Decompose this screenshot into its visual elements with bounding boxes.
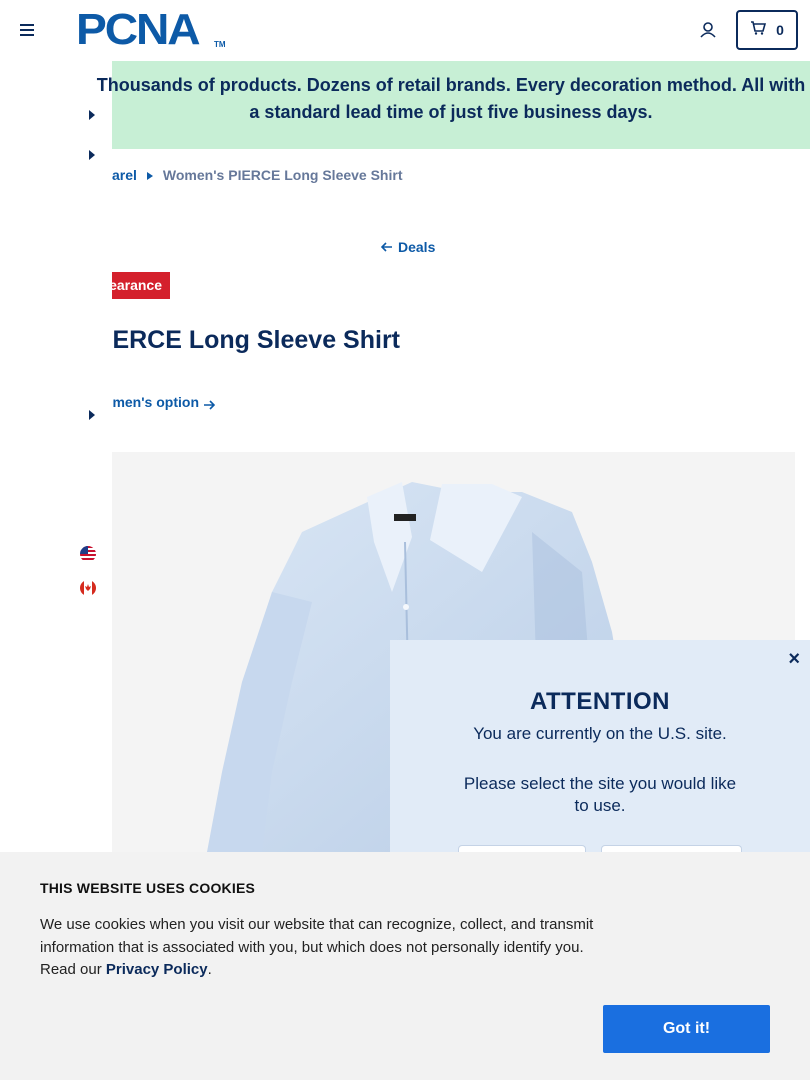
cookie-title: THIS WEBSITE USES COOKIES	[40, 880, 256, 896]
site-header: PCNA TM 0	[0, 0, 810, 61]
breadcrumb-parent-link[interactable]: arel	[112, 167, 137, 183]
arrow-left-icon	[380, 239, 393, 255]
cookie-banner: THIS WEBSITE USES COOKIES We use cookies…	[0, 852, 810, 1080]
us-flag-icon[interactable]	[80, 546, 96, 562]
modal-instruction-text: Please select the site you would like to…	[463, 774, 737, 815]
account-icon[interactable]	[699, 21, 717, 39]
close-icon[interactable]: ×	[788, 648, 800, 671]
breadcrumb: arel Women's PIERCE Long Sleeve Shirt	[112, 167, 403, 183]
cookie-body-end: .	[207, 961, 212, 978]
breadcrumb-caret-icon	[146, 167, 153, 183]
pcna-logo[interactable]: PCNA TM	[76, 8, 226, 52]
cart-button[interactable]: 0	[736, 10, 798, 50]
product-title: Women's PIERCE Long Sleeve Shirt	[112, 326, 712, 360]
menu-icon[interactable]	[20, 22, 36, 38]
logo-trademark: TM	[214, 40, 226, 49]
back-link-label: Deals	[398, 239, 436, 255]
breadcrumb-current: Women's PIERCE Long Sleeve Shirt	[162, 167, 403, 183]
mens-option-label: See men's option	[112, 394, 199, 410]
modal-title: ATTENTION	[529, 688, 671, 715]
side-menu-caret-icon[interactable]	[88, 407, 96, 420]
back-to-deals-link[interactable]: Deals	[380, 239, 436, 255]
arrow-right-icon[interactable]	[203, 397, 216, 415]
cart-count: 0	[776, 22, 784, 38]
promo-banner-text: Thousands of products. Dozens of retail …	[96, 75, 806, 122]
side-menu-caret-icon[interactable]	[88, 107, 96, 120]
modal-current-site-text: You are currently on the U.S. site.	[473, 724, 727, 743]
canada-flag-icon[interactable]	[80, 580, 96, 596]
side-menu-caret-icon[interactable]	[88, 147, 96, 160]
clearance-badge-label: Clearance	[112, 277, 162, 293]
cookie-body: We use cookies when you visit our websit…	[40, 914, 600, 982]
product-title-text: Women's PIERCE Long Sleeve Shirt	[112, 326, 400, 354]
got-it-button[interactable]: Got it!	[603, 1005, 770, 1053]
logo-text: PCNA	[76, 5, 201, 54]
cart-icon	[750, 20, 767, 40]
clearance-badge: Clearance	[112, 272, 170, 299]
privacy-policy-link[interactable]: Privacy Policy	[106, 961, 208, 978]
site-selection-modal: × ATTENTION You are currently on the U.S…	[390, 640, 810, 855]
